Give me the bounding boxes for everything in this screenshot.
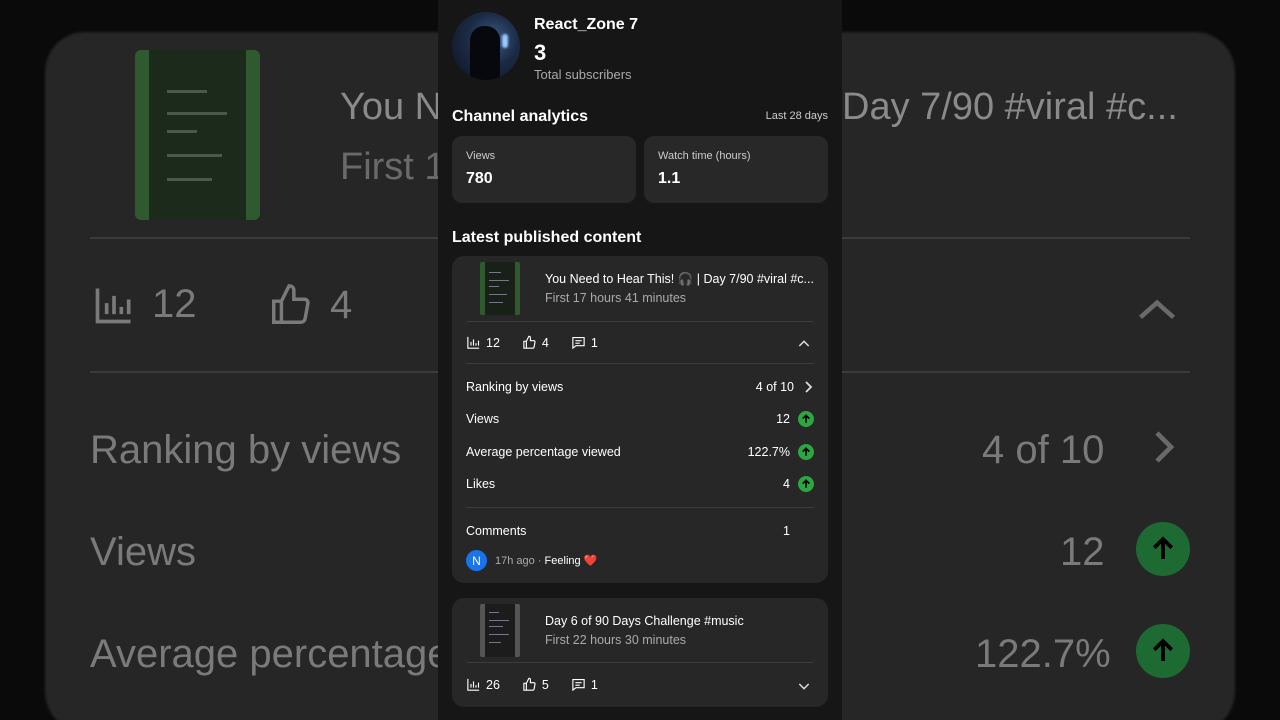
- arrow-up-icon: [1136, 624, 1190, 678]
- chevron-up-icon: [1138, 299, 1176, 320]
- video-title[interactable]: Day 6 of 90 Days Challenge #music: [545, 614, 817, 628]
- thumbs-up-icon: [523, 335, 536, 349]
- views-count: 26: [486, 677, 500, 692]
- comments-count: 1: [590, 677, 598, 692]
- avg-viewed-row: Average percentage viewed 122.7%: [466, 442, 814, 462]
- background-ranking-label: Ranking by views: [90, 428, 402, 472]
- subscriber-count: 3: [534, 40, 547, 65]
- avg-viewed-label: Average percentage viewed: [466, 445, 621, 459]
- comments-stat: 1: [571, 677, 598, 692]
- views-stat: 12: [466, 335, 500, 350]
- commenter-avatar: N: [466, 550, 487, 571]
- comments-stat: 1: [571, 335, 598, 350]
- video-thumbnail[interactable]: [480, 262, 520, 315]
- bar-chart-icon: [95, 288, 131, 323]
- analytics-panel: React_Zone 7 3 Total subscribers Channel…: [438, 0, 842, 720]
- channel-name: React_Zone 7: [534, 16, 639, 33]
- watch-time-metric-card[interactable]: Watch time (hours) 1.1: [644, 136, 828, 203]
- likes-detail-value: 4: [783, 477, 790, 491]
- views-detail-value: 12: [776, 412, 790, 426]
- arrow-up-icon: [1136, 522, 1190, 576]
- latest-content-title: Latest published content: [452, 229, 642, 246]
- thumbs-up-icon: [272, 284, 310, 324]
- background-subtitle-left: First 1: [340, 146, 446, 188]
- background-thumbnail: [135, 50, 260, 220]
- chevron-up-icon[interactable]: [796, 336, 812, 352]
- watch-time-metric-label: Watch time (hours): [658, 150, 751, 162]
- arrow-up-icon: [798, 444, 814, 460]
- background-views-stat: 12: [92, 282, 197, 327]
- video-title[interactable]: You Need to Hear This! 🎧 | Day 7/90 #vir…: [545, 272, 817, 287]
- video-thumbnail[interactable]: [480, 604, 520, 657]
- background-views-label: Views: [90, 530, 196, 574]
- ranking-label: Ranking by views: [466, 380, 564, 394]
- background-title-right: Day 7/90 #viral #c...: [842, 86, 1178, 128]
- video-stats-row: 12 4 1: [466, 335, 620, 350]
- likes-count: 4: [541, 335, 549, 350]
- views-metric-label: Views: [466, 150, 496, 162]
- bar-chart-icon: [467, 336, 480, 349]
- video-card[interactable]: You Need to Hear This! 🎧 | Day 7/90 #vir…: [452, 256, 828, 583]
- chevron-down-icon[interactable]: [796, 678, 812, 694]
- comments-detail-row[interactable]: Comments 1: [466, 521, 790, 541]
- avg-viewed-value: 122.7%: [747, 445, 790, 459]
- background-ranking-value: 4 of 10: [982, 428, 1105, 472]
- background-avg-label: Average percentage: [90, 632, 450, 676]
- bar-chart-icon: [467, 678, 480, 691]
- background-avg-value: 122.7%: [975, 632, 1111, 676]
- views-metric-value: 780: [466, 170, 493, 187]
- arrow-up-icon: [798, 476, 814, 492]
- background-views-value: 12: [1060, 530, 1105, 574]
- background-likes-stat: 4: [268, 282, 352, 328]
- divider: [466, 507, 814, 508]
- chevron-right-icon: [805, 381, 813, 393]
- background-likes-count: 4: [330, 282, 353, 327]
- ranking-row[interactable]: Ranking by views 4 of 10: [466, 377, 814, 397]
- channel-analytics-title: Channel analytics: [452, 108, 589, 125]
- comments-detail-label: Comments: [466, 524, 527, 538]
- video-time: First 17 hours 41 minutes: [545, 291, 687, 305]
- comment-meta: 17h ago ·: [495, 555, 545, 567]
- views-stat: 26: [466, 677, 500, 692]
- views-detail-label: Views: [466, 412, 500, 426]
- divider: [466, 363, 814, 364]
- period-label: Last 28 days: [765, 110, 828, 122]
- likes-detail-label: Likes: [466, 477, 496, 491]
- video-card[interactable]: Day 6 of 90 Days Challenge #music First …: [452, 598, 828, 707]
- video-stats-row: 26 5 1: [466, 677, 620, 692]
- ranking-value: 4 of 10: [755, 380, 794, 394]
- likes-stat: 5: [522, 677, 549, 692]
- comment-icon: [572, 678, 585, 692]
- comment-text: Feeling ❤️: [544, 555, 598, 567]
- arrow-up-icon: [798, 411, 814, 427]
- likes-count: 5: [541, 677, 549, 692]
- divider: [466, 662, 814, 663]
- comment-preview[interactable]: N 17h ago · Feeling ❤️: [466, 550, 597, 571]
- likes-detail-row: Likes 4: [466, 474, 814, 494]
- views-detail-row: Views 12: [466, 409, 814, 429]
- thumbs-up-icon: [523, 677, 536, 691]
- channel-avatar[interactable]: [452, 12, 520, 80]
- comments-count: 1: [590, 335, 598, 350]
- video-time: First 22 hours 30 minutes: [545, 633, 687, 647]
- views-count: 12: [486, 335, 500, 350]
- likes-stat: 4: [522, 335, 549, 350]
- background-title-left: You N: [340, 86, 443, 128]
- comment-icon: [572, 336, 585, 350]
- divider: [466, 321, 814, 322]
- watch-time-metric-value: 1.1: [658, 170, 681, 187]
- chevron-right-icon: [1155, 431, 1175, 463]
- views-metric-card[interactable]: Views 780: [452, 136, 636, 203]
- subscriber-label: Total subscribers: [534, 67, 632, 82]
- comments-detail-value: 1: [783, 524, 790, 538]
- background-views-count: 12: [152, 282, 197, 326]
